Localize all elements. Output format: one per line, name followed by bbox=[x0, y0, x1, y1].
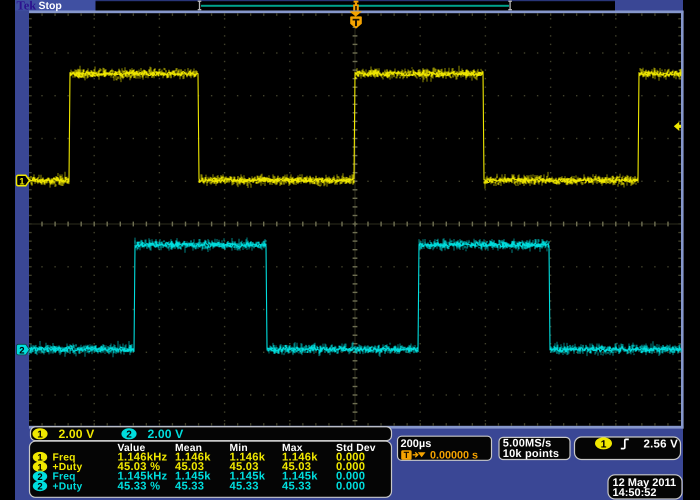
svg-text:200µs: 200µs bbox=[401, 438, 432, 450]
svg-text:45.33: 45.33 bbox=[230, 480, 259, 492]
svg-text:2: 2 bbox=[19, 346, 24, 357]
svg-text:2: 2 bbox=[37, 482, 42, 493]
svg-text:14:50:52: 14:50:52 bbox=[613, 487, 657, 499]
svg-text:2.00 V: 2.00 V bbox=[148, 427, 185, 441]
svg-text:2.56 V: 2.56 V bbox=[644, 439, 679, 451]
svg-text:1: 1 bbox=[37, 430, 43, 441]
svg-text:45.33 %: 45.33 % bbox=[118, 480, 161, 492]
svg-text:2: 2 bbox=[126, 430, 132, 441]
svg-text:10k points: 10k points bbox=[503, 448, 559, 460]
svg-text:45.33: 45.33 bbox=[175, 480, 204, 492]
svg-text:2.00 V: 2.00 V bbox=[59, 427, 96, 441]
svg-text:1: 1 bbox=[601, 438, 607, 450]
svg-text:1: 1 bbox=[19, 177, 25, 188]
svg-text:T: T bbox=[404, 450, 410, 460]
svg-text:45.33: 45.33 bbox=[282, 480, 311, 492]
svg-text:+Duty: +Duty bbox=[53, 481, 83, 492]
svg-text:0.000: 0.000 bbox=[336, 480, 365, 492]
svg-text:Stop: Stop bbox=[39, 0, 62, 12]
svg-text:Tek: Tek bbox=[17, 0, 37, 12]
svg-text:0.00000 s: 0.00000 s bbox=[430, 449, 478, 461]
